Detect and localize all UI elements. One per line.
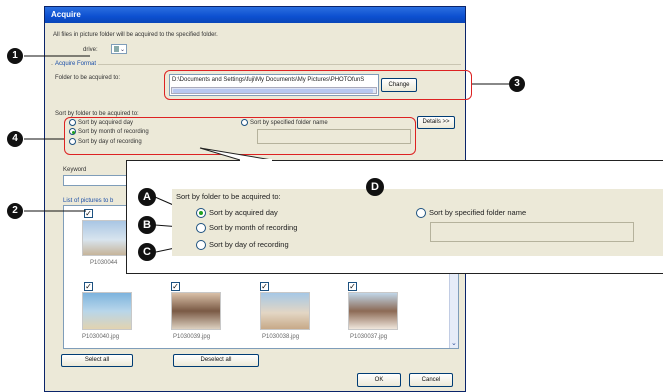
zoom-radio-specified[interactable]: Sort by specified folder name bbox=[416, 208, 526, 219]
marker-2: 2 bbox=[7, 203, 23, 219]
marker-b: B bbox=[138, 216, 156, 234]
radio-selected-icon bbox=[196, 208, 206, 219]
radio-icon bbox=[196, 223, 206, 234]
zoom-radio-day[interactable]: Sort by day of recording bbox=[196, 240, 289, 251]
zoom-radio-month[interactable]: Sort by month of recording bbox=[196, 223, 297, 234]
radio-icon bbox=[196, 240, 206, 251]
radio-icon bbox=[416, 208, 426, 219]
zoom-folder-name-input[interactable] bbox=[430, 222, 634, 242]
zoom-sort-label: Sort by folder to be acquired to: bbox=[176, 192, 281, 201]
zoomed-sort-panel: Sort by folder to be acquired to: Sort b… bbox=[172, 189, 663, 256]
marker-4: 4 bbox=[7, 131, 23, 147]
zoom-radio-acquired-day[interactable]: Sort by acquired day bbox=[196, 208, 278, 219]
marker-c: C bbox=[138, 243, 156, 261]
marker-a: A bbox=[138, 188, 156, 206]
marker-d: D bbox=[366, 178, 384, 196]
marker-1: 1 bbox=[7, 48, 23, 64]
marker-3: 3 bbox=[509, 76, 525, 92]
